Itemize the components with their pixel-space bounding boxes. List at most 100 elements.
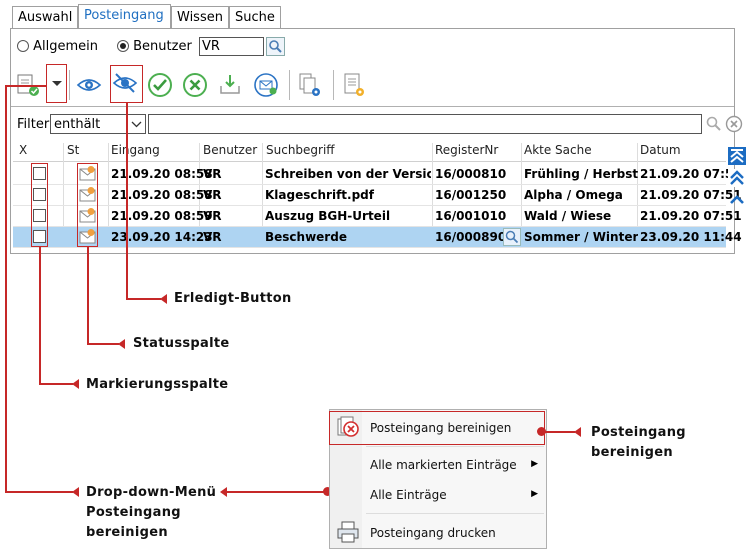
table-row[interactable]: 21.09.20 08:58 VR Schreiben von der Versic… xyxy=(13,164,742,185)
col-benutzer[interactable]: Benutzer xyxy=(203,143,257,157)
radio-benutzer[interactable]: Benutzer xyxy=(117,39,192,54)
header-divider xyxy=(13,161,726,162)
import-button[interactable] xyxy=(217,72,243,98)
filter-clear-button[interactable] xyxy=(725,115,743,133)
printer-icon xyxy=(337,521,359,543)
col-akte-sache[interactable]: Akte Sache xyxy=(524,143,592,157)
cell-benutzer: VR xyxy=(203,167,222,181)
menu-separator xyxy=(366,513,544,514)
callout-line xyxy=(5,85,47,87)
table-row[interactable]: 21.09.20 08:58 VR Klageschrift.pdf 16/00125… xyxy=(13,185,742,206)
cell-registernr: 16/000810 xyxy=(435,167,507,181)
table-row[interactable]: 23.09.20 14:23 VR Beschwerde 16/000890 Somme… xyxy=(13,227,742,248)
toolbar-separator-2 xyxy=(289,70,290,100)
callout-dropdown-2: Posteingang xyxy=(86,505,181,520)
col-x[interactable]: X xyxy=(19,143,27,157)
tab-suche[interactable]: Suche xyxy=(229,6,281,28)
document-settings-icon xyxy=(344,73,364,96)
callout-arrow xyxy=(220,487,227,497)
callout-line xyxy=(126,298,161,300)
menu-item-label: Alle markierten Einträge xyxy=(370,458,517,472)
search-icon xyxy=(706,116,721,131)
search-icon xyxy=(505,230,519,244)
cell-akte: Alpha / Omega xyxy=(524,188,623,202)
register-search-button[interactable] xyxy=(503,228,521,246)
col-status[interactable]: St xyxy=(67,143,79,157)
menu-item-alle[interactable]: Alle Einträge ▶ xyxy=(332,482,544,508)
menu-item-label: Posteingang drucken xyxy=(370,526,496,540)
callout-line xyxy=(226,491,328,493)
callout-arrow xyxy=(72,379,79,389)
copy-settings-button[interactable] xyxy=(297,72,323,98)
toolbar-separator xyxy=(69,70,70,100)
filter-mode-value: enthält xyxy=(54,117,101,132)
callout-arrow xyxy=(574,427,581,437)
menu-item-label: Alle Einträge xyxy=(370,488,447,502)
user-search-button[interactable] xyxy=(266,37,285,56)
search-icon xyxy=(269,40,282,53)
submenu-arrow-icon: ▶ xyxy=(531,489,538,499)
callout-arrow xyxy=(160,294,167,304)
cell-akte: Sommer / Winter xyxy=(524,230,639,244)
table-row[interactable]: 21.09.20 08:59 VR Auszug BGH-Urteil 16/0010… xyxy=(13,206,742,227)
callout-bereinigen-1: Posteingang xyxy=(591,425,686,440)
double-chevron-up-icon xyxy=(728,169,746,187)
col-datum[interactable]: Datum xyxy=(640,143,681,157)
cell-suchbegriff: Auszug BGH-Urteil xyxy=(265,209,391,223)
callout-line xyxy=(87,343,119,345)
tab-wissen[interactable]: Wissen xyxy=(171,6,229,28)
cell-datum: 21.09.20 07:51 xyxy=(640,188,742,202)
col-registernr[interactable]: RegisterNr xyxy=(435,143,498,157)
radio-allgemein-label: Allgemein xyxy=(33,39,99,54)
radio-allgemein[interactable]: Allgemein xyxy=(17,39,98,54)
scroll-page-up-button[interactable] xyxy=(728,169,746,187)
menu-item-drucken[interactable]: Posteingang drucken xyxy=(332,518,544,546)
reject-button[interactable] xyxy=(182,72,208,98)
radio-allgemein-circle[interactable] xyxy=(17,40,29,52)
check-icon xyxy=(148,73,172,97)
clear-icon xyxy=(725,115,743,133)
cell-benutzer: VR xyxy=(203,188,222,202)
cell-suchbegriff: Beschwerde xyxy=(265,230,347,244)
dropdown-highlight xyxy=(46,64,67,103)
user-input[interactable]: VR xyxy=(199,37,264,56)
document-settings-button[interactable] xyxy=(341,72,367,98)
cell-suchbegriff: Schreiben von der Versiche xyxy=(265,167,431,181)
eye-icon xyxy=(76,79,102,91)
callout-status: Statusspalte xyxy=(133,336,230,351)
download-tray-icon xyxy=(220,75,240,94)
cell-registernr: 16/001250 xyxy=(435,188,507,202)
mail-button[interactable] xyxy=(253,72,279,98)
cell-registernr: 16/001010 xyxy=(435,209,507,223)
submenu-arrow-icon: ▶ xyxy=(531,459,538,469)
menu-item-alle-markierten[interactable]: Alle markierten Einträge ▶ xyxy=(332,452,544,478)
erledigt-highlight xyxy=(110,65,143,103)
scroll-up-button[interactable] xyxy=(728,191,746,209)
tab-posteingang[interactable]: Posteingang xyxy=(78,4,171,28)
double-chevron-up-bar-icon xyxy=(728,147,746,165)
accept-button[interactable] xyxy=(147,72,173,98)
mail-icon xyxy=(254,73,278,97)
tab-auswahl[interactable]: Auswahl xyxy=(12,6,78,28)
cell-akte: Frühling / Herbst xyxy=(524,167,639,181)
status-highlight xyxy=(77,163,98,247)
col-eingang[interactable]: Eingang xyxy=(111,143,160,157)
filter-input[interactable] xyxy=(148,114,702,134)
filter-search-button[interactable] xyxy=(705,115,723,133)
cell-akte: Wald / Wiese xyxy=(524,209,612,223)
callout-dropdown-1: Drop-down-Menü xyxy=(86,485,217,500)
copy-settings-icon xyxy=(299,73,320,96)
view-button[interactable] xyxy=(76,72,102,98)
callout-line xyxy=(5,491,73,493)
cell-datum: 23.09.20 11:44 xyxy=(640,230,742,244)
scroll-top-button[interactable] xyxy=(728,147,746,165)
radio-benutzer-circle[interactable] xyxy=(117,40,129,52)
toolbar-divider xyxy=(11,106,734,107)
cell-registernr: 16/000890 xyxy=(435,230,507,244)
col-suchbegriff[interactable]: Suchbegriff xyxy=(266,143,335,157)
cell-datum: 21.09.20 07:51 xyxy=(640,167,742,181)
callout-line xyxy=(126,103,128,298)
filter-mode-select[interactable]: enthält xyxy=(50,114,146,134)
cell-benutzer: VR xyxy=(203,230,222,244)
filter-label: Filter xyxy=(17,117,50,132)
